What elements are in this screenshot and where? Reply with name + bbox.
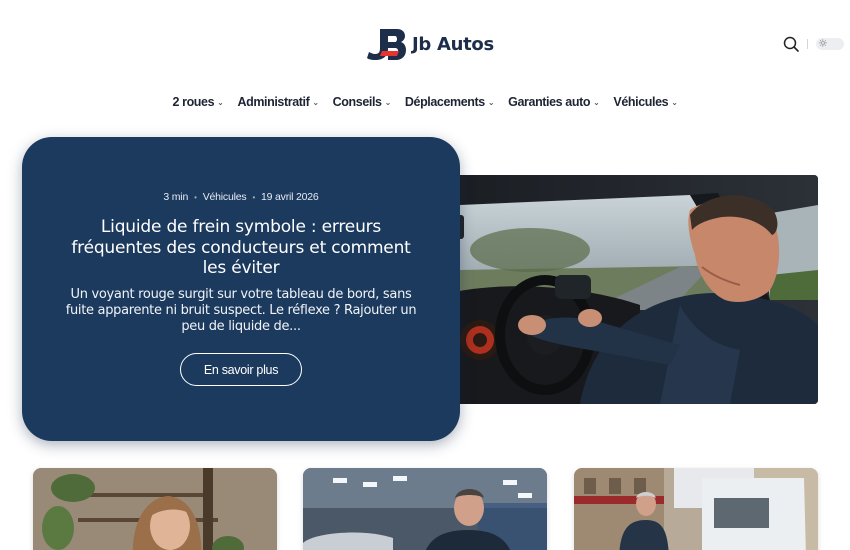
main-nav: 2 roues ⌄ Administratif ⌄ Conseils ⌄ Dép… [0, 95, 850, 109]
nav-label: Conseils [332, 95, 382, 109]
mechanic-garage-photo [303, 468, 547, 550]
nav-label: 2 roues [172, 95, 215, 109]
nav-item-administratif[interactable]: Administratif ⌄ [237, 95, 319, 109]
woman-thinking-photo [33, 468, 277, 550]
nav-item-conseils[interactable]: Conseils ⌄ [332, 95, 392, 109]
brand-name: Jb Autos [412, 33, 494, 55]
article-meta: 3 min • Véhicules • 19 avril 2026 [60, 191, 422, 203]
meta-separator: • [252, 192, 256, 202]
featured-article-excerpt: Un voyant rouge surgit sur votre tableau… [65, 286, 417, 334]
meta-separator: • [194, 192, 197, 202]
featured-article-title[interactable]: Liquide de frein symbole : erreurs fréqu… [60, 217, 422, 279]
man-driving-car-photo [440, 175, 818, 404]
publish-date: 19 avril 2026 [261, 191, 319, 203]
nav-label: Garanties auto [508, 95, 591, 109]
article-card-3[interactable] [574, 468, 818, 550]
nav-item-garanties-auto[interactable]: Garanties auto ⌄ [508, 95, 600, 109]
article-card-1[interactable] [33, 468, 277, 550]
sun-icon: ☼ [818, 37, 828, 50]
header-tools: ☼ [783, 36, 844, 52]
nav-item-vehicules[interactable]: Véhicules ⌄ [613, 95, 677, 109]
nav-item-2-roues[interactable]: 2 roues ⌄ [172, 95, 223, 109]
hero-image[interactable] [440, 175, 818, 404]
article-card-2[interactable] [303, 468, 547, 550]
featured-article-card: 3 min • Véhicules • 19 avril 2026 Liquid… [22, 137, 460, 441]
theme-toggle[interactable]: ☼ [816, 37, 844, 50]
category-link[interactable]: Véhicules [203, 191, 247, 203]
nav-item-deplacements[interactable]: Déplacements ⌄ [404, 95, 495, 109]
read-time: 3 min [163, 191, 189, 203]
read-more-button[interactable]: En savoir plus [180, 353, 302, 386]
chevron-down-icon: ⌄ [487, 97, 495, 107]
man-with-van-street-photo [574, 468, 818, 550]
chevron-down-icon: ⌄ [217, 97, 224, 107]
chevron-down-icon: ⌄ [593, 97, 600, 107]
divider [807, 39, 808, 49]
jb-logo-icon [367, 29, 406, 60]
chevron-down-icon: ⌄ [312, 97, 319, 107]
nav-label: Déplacements [404, 95, 485, 109]
chevron-down-icon: ⌄ [671, 97, 678, 107]
site-logo[interactable]: Jb Autos [366, 27, 494, 61]
nav-label: Véhicules [613, 95, 669, 109]
nav-label: Administratif [237, 95, 310, 109]
chevron-down-icon: ⌄ [384, 97, 392, 107]
search-icon[interactable] [783, 36, 799, 52]
